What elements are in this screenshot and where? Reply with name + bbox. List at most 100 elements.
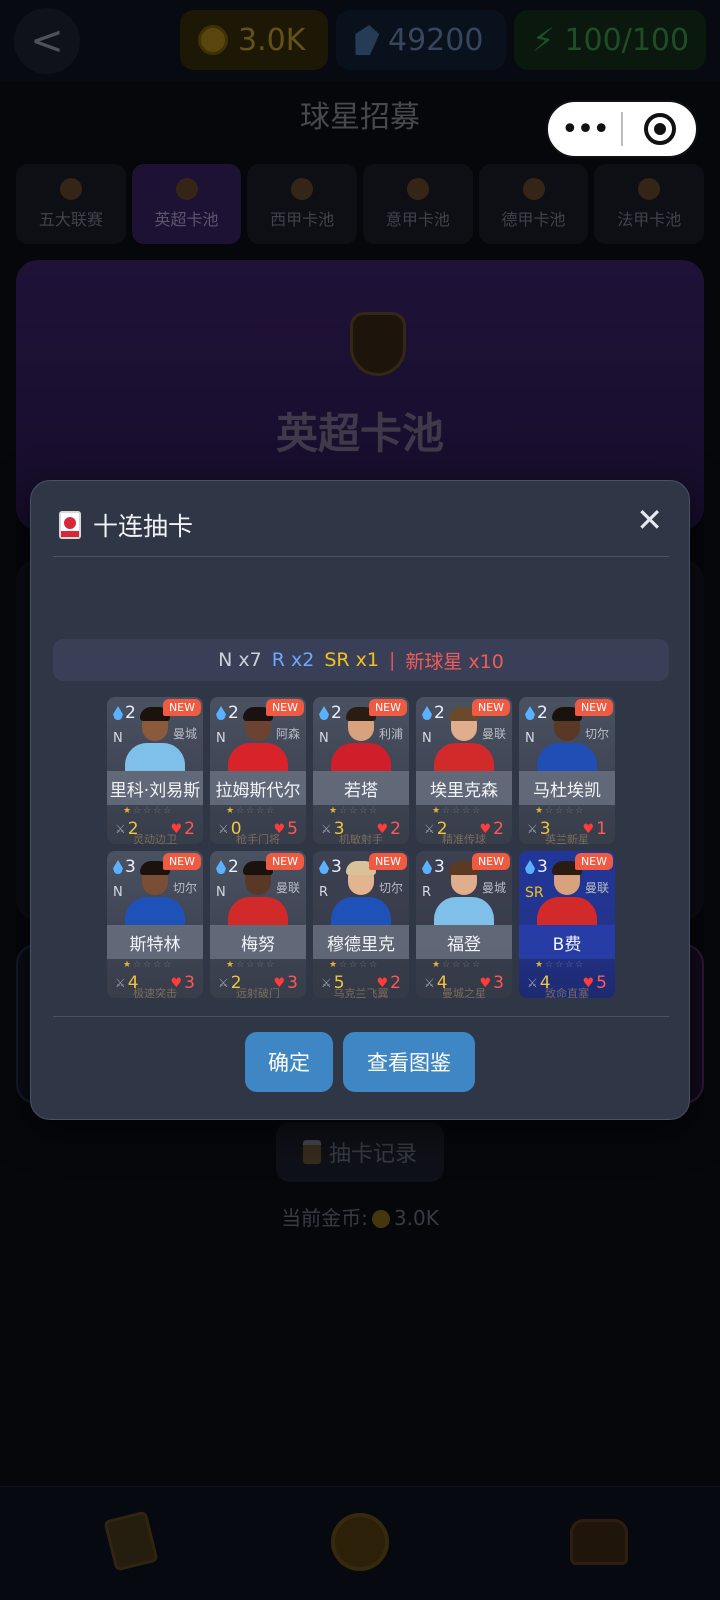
cost-indicator: 2 <box>113 703 136 723</box>
player-name: 马杜埃凯 <box>519 771 615 805</box>
player-card[interactable]: 2 NEW N 阿森 拉姆斯代尔 ★☆☆☆☆ 枪手门将 ⚔ 0 ♥ 5 <box>210 697 306 844</box>
player-shirt <box>331 897 391 925</box>
health-stat: ♥ 5 <box>583 973 607 993</box>
team-label: 曼联 <box>481 727 506 741</box>
health-stat: ♥ 5 <box>274 819 298 839</box>
divider <box>53 1016 669 1017</box>
player-card[interactable]: 3 NEW R 曼城 福登 ★☆☆☆☆ 曼城之星 ⚔ 4 ♥ 3 <box>416 851 512 998</box>
player-shirt <box>434 743 494 771</box>
summary-sr-count: SR x1 <box>324 649 379 671</box>
attack-value: 3 <box>333 819 345 839</box>
view-collection-button[interactable]: 查看图鉴 <box>343 1032 475 1092</box>
summary-n-count: N x7 <box>218 649 262 671</box>
attack-value: 2 <box>436 819 448 839</box>
team-label: 曼联 <box>275 881 300 895</box>
team-label: 切尔 <box>378 881 403 895</box>
player-card[interactable]: 2 NEW N 利浦 若塔 ★☆☆☆☆ 机敏射手 ⚔ 3 ♥ 2 <box>313 697 409 844</box>
cost-value: 2 <box>125 703 136 723</box>
new-badge: NEW <box>471 699 510 716</box>
player-name: 拉姆斯代尔 <box>210 771 306 805</box>
attack-value: 2 <box>230 973 242 993</box>
player-shirt <box>537 743 597 771</box>
water-drop-icon <box>319 860 329 874</box>
player-card[interactable]: 3 NEW R 切尔 穆德里克 ★☆☆☆☆ 乌克兰飞翼 ⚔ 5 ♥ 2 <box>313 851 409 998</box>
health-stat: ♥ 2 <box>377 819 401 839</box>
star-rating: ★☆☆☆☆ <box>123 960 174 970</box>
card-grid: 2 NEW N 曼城 里科·刘易斯 ★☆☆☆☆ 灵动边卫 ⚔ 2 ♥ 2 2 NEW N 阿森 拉姆斯代尔 ★☆… <box>107 697 615 998</box>
attack-value: 4 <box>436 973 448 993</box>
player-card[interactable]: 2 NEW N 曼联 梅努 ★☆☆☆☆ 远射破门 ⚔ 2 ♥ 3 <box>210 851 306 998</box>
new-badge: NEW <box>574 853 613 870</box>
draw-summary: N x7 R x2 SR x1 | 新球星 x10 <box>53 639 669 681</box>
sword-icon: ⚔ <box>424 976 435 990</box>
player-card[interactable]: 2 NEW N 曼城 里科·刘易斯 ★☆☆☆☆ 灵动边卫 ⚔ 2 ♥ 2 <box>107 697 203 844</box>
cost-value: 2 <box>228 703 239 723</box>
cost-value: 2 <box>434 703 445 723</box>
heart-icon: ♥ <box>479 975 492 991</box>
player-card[interactable]: 2 NEW N 切尔 马杜埃凯 ★☆☆☆☆ 英兰新星 ⚔ 3 ♥ 1 <box>519 697 615 844</box>
summary-separator: | <box>388 649 396 671</box>
heart-icon: ♥ <box>170 821 183 837</box>
ten-draw-modal: 十连抽卡 ✕ N x7 R x2 SR x1 | 新球星 x10 2 NEW N 曼城… <box>30 480 690 1120</box>
card-icon <box>59 511 81 539</box>
player-name: 梅努 <box>210 925 306 959</box>
attack-value: 2 <box>127 819 139 839</box>
health-value: 5 <box>287 819 298 839</box>
water-drop-icon <box>216 860 226 874</box>
star-rating: ★☆☆☆☆ <box>432 806 483 816</box>
health-value: 5 <box>596 973 607 993</box>
heart-icon: ♥ <box>582 975 595 991</box>
sword-icon: ⚔ <box>115 822 126 836</box>
player-shirt <box>537 897 597 925</box>
health-stat: ♥ 3 <box>480 973 504 993</box>
attack-value: 4 <box>127 973 139 993</box>
water-drop-icon <box>525 860 535 874</box>
confirm-button[interactable]: 确定 <box>245 1032 333 1092</box>
team-label: 切尔 <box>172 881 197 895</box>
rarity-label: R <box>422 885 432 900</box>
sword-icon: ⚔ <box>218 822 229 836</box>
exit-miniprogram-button[interactable] <box>623 113 696 145</box>
health-value: 2 <box>184 819 195 839</box>
cost-indicator: 2 <box>525 703 548 723</box>
health-value: 3 <box>287 973 298 993</box>
water-drop-icon <box>319 706 329 720</box>
star-rating: ★☆☆☆☆ <box>432 960 483 970</box>
new-badge: NEW <box>471 853 510 870</box>
water-drop-icon <box>216 706 226 720</box>
team-label: 曼联 <box>584 881 609 895</box>
health-stat: ♥ 2 <box>377 973 401 993</box>
cost-value: 2 <box>228 857 239 877</box>
rarity-label: N <box>216 731 226 746</box>
attack-stat: ⚔ 4 <box>424 973 448 993</box>
new-badge: NEW <box>574 699 613 716</box>
target-circle-icon <box>643 113 676 145</box>
health-stat: ♥ 3 <box>171 973 195 993</box>
heart-icon: ♥ <box>273 975 286 991</box>
player-card[interactable]: 2 NEW N 曼联 埃里克森 ★☆☆☆☆ 精准传球 ⚔ 2 ♥ 2 <box>416 697 512 844</box>
cost-value: 3 <box>537 857 548 877</box>
sword-icon: ⚔ <box>115 976 126 990</box>
rarity-label: N <box>525 731 535 746</box>
team-label: 利浦 <box>378 727 403 741</box>
star-rating: ★☆☆☆☆ <box>535 806 586 816</box>
new-badge: NEW <box>368 699 407 716</box>
divider <box>53 556 669 557</box>
modal-title: 十连抽卡 <box>93 512 194 541</box>
player-card[interactable]: 3 NEW N 切尔 斯特林 ★☆☆☆☆ 极速突击 ⚔ 4 ♥ 3 <box>107 851 203 998</box>
close-button[interactable]: ✕ <box>636 504 663 536</box>
water-drop-icon <box>422 860 432 874</box>
sword-icon: ⚔ <box>527 976 538 990</box>
heart-icon: ♥ <box>273 821 286 837</box>
cost-indicator: 3 <box>525 857 548 877</box>
heart-icon: ♥ <box>582 821 595 837</box>
sword-icon: ⚔ <box>321 822 332 836</box>
health-value: 3 <box>184 973 195 993</box>
player-name: 若塔 <box>313 771 409 805</box>
more-menu-button[interactable]: ••• <box>548 112 621 147</box>
attack-stat: ⚔ 2 <box>115 819 139 839</box>
player-card[interactable]: 3 NEW SR 曼联 B费 ★☆☆☆☆ 致命直塞 ⚔ 4 ♥ 5 <box>519 851 615 998</box>
player-name: 斯特林 <box>107 925 203 959</box>
heart-icon: ♥ <box>170 975 183 991</box>
water-drop-icon <box>422 706 432 720</box>
